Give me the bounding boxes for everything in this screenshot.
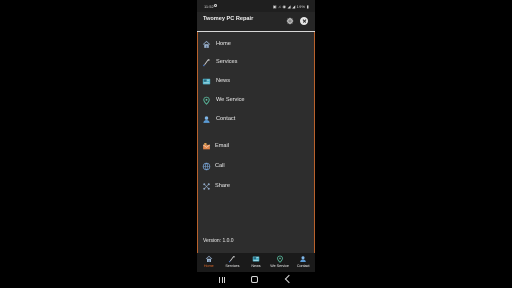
menu-label: News xyxy=(216,78,230,84)
bottom-tab-bar: Home Services News We Service Contact xyxy=(197,253,315,272)
menu-item-call[interactable]: Call xyxy=(197,160,315,174)
menu-label: We Service xyxy=(216,97,245,103)
back-icon[interactable] xyxy=(284,274,294,284)
menu-item-contact[interactable]: Contact xyxy=(197,113,315,127)
menu-item-we-service[interactable]: We Service xyxy=(197,94,315,108)
contact-icon xyxy=(300,256,306,262)
drawer-border-right xyxy=(314,32,315,253)
tab-label: News xyxy=(251,264,261,268)
home-icon xyxy=(202,40,211,48)
notification-icon xyxy=(214,4,217,7)
location-icon xyxy=(203,96,210,105)
contact-icon xyxy=(203,116,210,123)
tab-contact[interactable]: Contact xyxy=(291,253,315,272)
drawer-header: Twomey PC Repair xyxy=(197,12,315,32)
gear-icon[interactable] xyxy=(286,17,294,25)
tab-news[interactable]: News xyxy=(244,253,268,272)
menu-label: Call xyxy=(215,163,225,169)
navigation-drawer: Home Services News We Service Contact Em… xyxy=(197,32,315,253)
news-icon xyxy=(202,78,211,85)
phone-screen: 11:52 ▣ ♫ ◉ ◢ ◢ 19% ▮ Twomey PC Repair H… xyxy=(197,0,315,288)
tab-services[interactable]: Services xyxy=(221,253,245,272)
menu-item-share[interactable]: Share xyxy=(197,180,315,194)
drawer-border-left xyxy=(197,32,198,253)
email-icon xyxy=(202,143,211,150)
recents-icon[interactable] xyxy=(219,277,225,283)
share-icon xyxy=(203,183,210,190)
tab-label: Services xyxy=(225,264,240,268)
location-icon xyxy=(276,255,283,263)
tools-icon xyxy=(229,255,236,263)
tab-label: Contact xyxy=(296,264,310,268)
tab-home[interactable]: Home xyxy=(197,253,221,272)
menu-label: Services xyxy=(216,59,238,65)
app-title: Twomey PC Repair xyxy=(203,16,254,22)
menu-item-news[interactable]: News xyxy=(197,75,315,89)
menu-item-services[interactable]: Services xyxy=(197,56,315,70)
nav-home-icon[interactable] xyxy=(251,276,258,283)
close-icon[interactable] xyxy=(300,17,308,25)
tab-label: Home xyxy=(203,264,214,268)
phone-icon xyxy=(202,162,211,171)
menu-label: Home xyxy=(216,41,231,47)
status-bar: 11:52 ▣ ♫ ◉ ◢ ◢ 19% ▮ xyxy=(197,0,315,12)
menu-label: Email xyxy=(215,143,229,149)
tab-we-service[interactable]: We Service xyxy=(268,253,292,272)
tools-icon xyxy=(202,59,210,67)
menu-label: Share xyxy=(215,183,230,189)
tab-label: We Service xyxy=(270,264,289,268)
status-indicators: ▣ ♫ ◉ ◢ ◢ 19% ▮ xyxy=(272,4,309,9)
news-icon xyxy=(252,256,260,262)
version-text: Version: 1.0.0 xyxy=(203,238,234,244)
system-navigation-bar xyxy=(197,272,315,288)
menu-item-home[interactable]: Home xyxy=(197,38,315,52)
menu-item-email[interactable]: Email xyxy=(197,140,315,154)
menu-label: Contact xyxy=(216,116,236,122)
home-icon xyxy=(205,255,213,262)
status-time: 11:52 xyxy=(204,4,214,9)
